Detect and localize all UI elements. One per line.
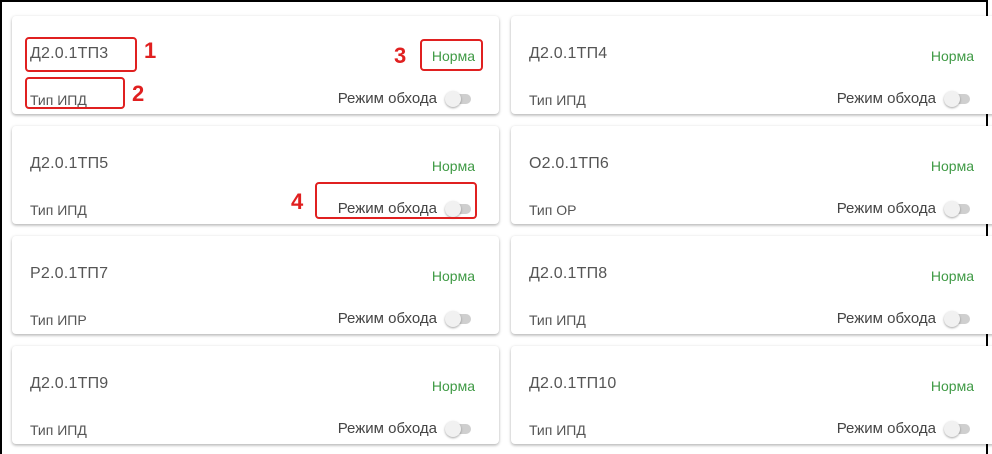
bypass-mode-toggle[interactable] xyxy=(944,90,970,107)
status-label: Норма xyxy=(930,268,974,284)
bypass-mode-control[interactable]: Режим обхода xyxy=(837,420,970,437)
annotation-number-3: 3 xyxy=(394,43,407,68)
device-name: Д2.0.1ТП8 xyxy=(529,265,608,282)
device-type: Тип ИПД xyxy=(30,202,87,218)
annotation-box-device-type xyxy=(25,77,125,109)
status-label: Норма xyxy=(431,158,475,174)
annotation-number-4: 4 xyxy=(291,189,304,214)
annotation-box-bypass-mode xyxy=(315,182,477,219)
status-label: Норма xyxy=(930,158,974,174)
bypass-mode-control[interactable]: Режим обхода xyxy=(338,420,471,437)
toggle-thumb xyxy=(944,420,960,437)
device-name: Д2.0.1ТП9 xyxy=(30,375,109,392)
device-type: Тип ИПД xyxy=(529,422,586,438)
bypass-mode-control[interactable]: Режим обхода xyxy=(338,90,471,107)
bypass-mode-label: Режим обхода xyxy=(836,310,936,327)
bypass-mode-control[interactable]: Режим обхода xyxy=(338,310,471,327)
toggle-thumb xyxy=(445,310,461,327)
toggle-thumb xyxy=(944,200,960,217)
device-name: Д2.0.1ТП10 xyxy=(529,375,617,392)
device-type: Тип ОР xyxy=(529,202,577,218)
annotation-box-status xyxy=(420,39,483,71)
bypass-mode-label: Режим обхода xyxy=(337,310,437,327)
device-card[interactable]: Д2.0.1ТП4 Тип ИПД Норма Режим обхода xyxy=(511,16,992,114)
bypass-mode-control[interactable]: Режим обхода xyxy=(837,90,970,107)
bypass-mode-label: Режим обхода xyxy=(337,90,437,107)
status-label: Норма xyxy=(930,48,974,64)
device-name: О2.0.1ТП6 xyxy=(529,155,610,172)
annotation-box-device-name xyxy=(25,37,137,72)
status-label: Норма xyxy=(431,378,475,394)
status-label: Норма xyxy=(930,378,974,394)
bypass-mode-control[interactable]: Режим обхода xyxy=(837,310,970,327)
bypass-mode-toggle[interactable] xyxy=(944,200,970,217)
toggle-thumb xyxy=(944,310,960,327)
device-card[interactable]: Р2.0.1ТП7 Тип ИПР Норма Режим обхода xyxy=(12,236,499,334)
bypass-mode-label: Режим обхода xyxy=(836,90,936,107)
annotation-number-2: 2 xyxy=(132,81,145,106)
device-card[interactable]: Д2.0.1ТП10 Тип ИПД Норма Режим обхода xyxy=(511,346,992,444)
status-label: Норма xyxy=(431,268,475,284)
bypass-mode-toggle[interactable] xyxy=(944,420,970,437)
toggle-thumb xyxy=(944,90,960,107)
device-type: Тип ИПД xyxy=(529,92,586,108)
device-name: Д2.0.1ТП4 xyxy=(529,45,608,62)
toggle-thumb xyxy=(445,420,461,437)
device-name: Р2.0.1ТП7 xyxy=(30,265,109,282)
device-card[interactable]: Д2.0.1ТП8 Тип ИПД Норма Режим обхода xyxy=(511,236,992,334)
bypass-mode-label: Режим обхода xyxy=(836,420,936,437)
device-card[interactable]: Д2.0.1ТП9 Тип ИПД Норма Режим обхода xyxy=(12,346,499,444)
device-grid: Д2.0.1ТП3 Тип ИПД Норма Режим обхода Д2.… xyxy=(12,16,992,444)
bypass-mode-toggle[interactable] xyxy=(445,310,471,327)
bypass-mode-label: Режим обхода xyxy=(337,420,437,437)
device-name: Д2.0.1ТП5 xyxy=(30,155,109,172)
annotation-number-1: 1 xyxy=(144,38,157,63)
device-type: Тип ИПД xyxy=(30,422,87,438)
bypass-mode-toggle[interactable] xyxy=(944,310,970,327)
toggle-thumb xyxy=(445,90,461,107)
device-card[interactable]: О2.0.1ТП6 Тип ОР Норма Режим обхода xyxy=(511,126,992,224)
bypass-mode-control[interactable]: Режим обхода xyxy=(837,200,970,217)
bypass-mode-toggle[interactable] xyxy=(445,90,471,107)
device-list-panel: Д2.0.1ТП3 Тип ИПД Норма Режим обхода Д2.… xyxy=(0,0,992,454)
device-type: Тип ИПР xyxy=(30,312,87,328)
bypass-mode-toggle[interactable] xyxy=(445,420,471,437)
device-type: Тип ИПД xyxy=(529,312,586,328)
bypass-mode-label: Режим обхода xyxy=(836,200,936,217)
